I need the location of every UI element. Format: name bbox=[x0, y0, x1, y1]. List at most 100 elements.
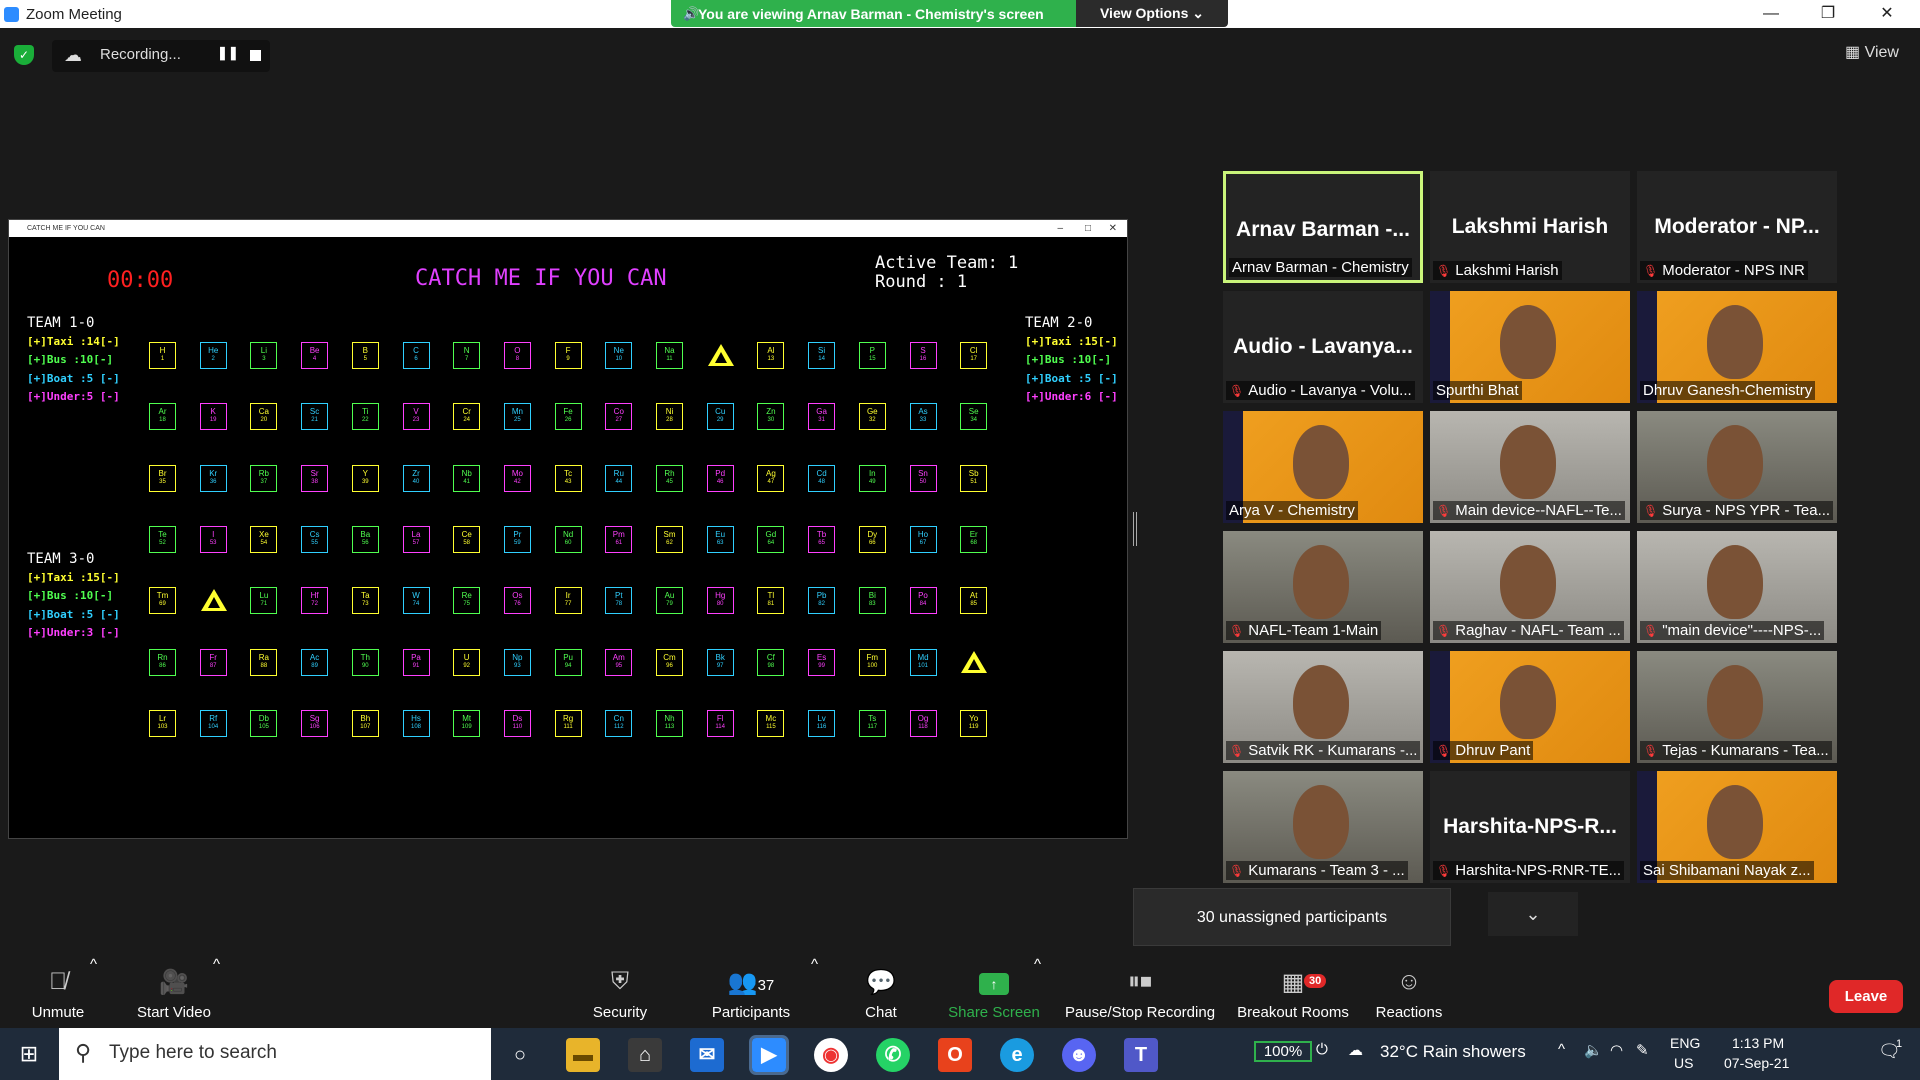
element-tile[interactable]: Rh 45 bbox=[656, 464, 683, 492]
element-tile[interactable]: I 53 bbox=[199, 525, 227, 553]
edge-icon[interactable]: e bbox=[1000, 1038, 1034, 1072]
element-tile[interactable]: Hs 108 bbox=[402, 709, 430, 737]
element-tile[interactable]: Np 93 bbox=[503, 648, 531, 676]
participant-tile[interactable]: Sai Shibamani Nayak z... bbox=[1637, 771, 1837, 883]
wifi-icon[interactable]: ◠ bbox=[1610, 1041, 1623, 1059]
element-tile[interactable]: Xe 54 bbox=[250, 525, 278, 553]
element-tile[interactable]: Fl 114 bbox=[706, 709, 734, 737]
element-tile[interactable]: Tb 65 bbox=[808, 525, 836, 553]
participant-tile[interactable]: 🎙 Main device--NAFL--Te... bbox=[1430, 411, 1630, 523]
pause-stop-recording-button[interactable]: ⏸⏹ Pause/Stop Recording bbox=[1064, 956, 1216, 1028]
team-transport-counter[interactable]: [+]Taxi :15[-] bbox=[1025, 333, 1118, 352]
element-tile[interactable]: Se 34 bbox=[960, 403, 988, 431]
element-tile[interactable]: Og 118 bbox=[909, 709, 937, 737]
element-tile[interactable]: K 19 bbox=[199, 403, 227, 431]
element-tile[interactable]: Po 84 bbox=[909, 587, 937, 615]
stop-recording-icon[interactable] bbox=[250, 50, 261, 61]
element-tile[interactable]: Pm 61 bbox=[605, 525, 633, 553]
element-tile[interactable]: Pt 78 bbox=[605, 587, 633, 615]
zoom-taskbar-icon[interactable]: ▶ bbox=[749, 1035, 789, 1075]
reactions-button[interactable]: ☺ Reactions bbox=[1370, 956, 1448, 1028]
team-token-icon[interactable] bbox=[960, 649, 988, 677]
element-tile[interactable]: F9 bbox=[554, 342, 582, 369]
office-icon[interactable]: O bbox=[938, 1038, 972, 1072]
element-tile[interactable]: Lr 103 bbox=[149, 709, 176, 737]
view-options-button[interactable]: View Options ⌄ bbox=[1076, 0, 1228, 27]
element-tile[interactable]: Pd 46 bbox=[706, 464, 734, 492]
element-tile[interactable]: P 15 bbox=[858, 342, 886, 369]
element-tile[interactable]: Ti 22 bbox=[351, 403, 379, 431]
element-tile[interactable]: Os 76 bbox=[503, 587, 531, 615]
element-tile[interactable]: Ne 10 bbox=[605, 342, 633, 369]
element-tile[interactable]: Mc 115 bbox=[757, 709, 785, 737]
team-transport-counter[interactable]: [+]Taxi :14[-] bbox=[27, 333, 120, 352]
participant-tile[interactable]: 🎙 NAFL-Team 1-Main bbox=[1223, 531, 1423, 643]
start-video-button[interactable]: 🎥 Start Video bbox=[124, 956, 224, 1028]
element-tile[interactable]: Kr 36 bbox=[199, 464, 227, 492]
element-tile[interactable]: Cd 48 bbox=[808, 464, 836, 492]
element-tile[interactable]: Rg 111 bbox=[554, 709, 582, 737]
element-tile[interactable]: Ge 32 bbox=[858, 403, 886, 431]
gallery-view-button[interactable]: ▦ View bbox=[1845, 42, 1899, 62]
participant-tile[interactable]: 🎙 Tejas - Kumarans - Tea... bbox=[1637, 651, 1837, 763]
element-tile[interactable]: Tc 43 bbox=[554, 464, 582, 492]
element-tile[interactable]: Sb 51 bbox=[960, 464, 988, 492]
element-tile[interactable]: Ts 117 bbox=[858, 709, 886, 737]
element-tile[interactable]: Bh 107 bbox=[351, 709, 379, 737]
element-tile[interactable]: Pa 91 bbox=[402, 648, 430, 676]
element-tile[interactable]: Tm 69 bbox=[149, 587, 176, 615]
element-tile[interactable]: Si 14 bbox=[808, 342, 836, 369]
close-button[interactable]: ✕ bbox=[1872, 2, 1902, 26]
audio-options-caret-icon[interactable]: ^ bbox=[90, 956, 97, 973]
participant-tile[interactable]: 🎙 Satvik RK - Kumarans -... bbox=[1223, 651, 1423, 763]
team-transport-counter[interactable]: [+]Boat :5 [-] bbox=[27, 606, 120, 625]
windows-start-icon[interactable]: ⊞ bbox=[0, 1028, 58, 1080]
element-tile[interactable]: V 23 bbox=[402, 403, 430, 431]
volume-icon[interactable]: 🔈 bbox=[1584, 1041, 1603, 1059]
security-button[interactable]: ⛨ Security bbox=[580, 956, 660, 1028]
element-tile[interactable]: Eu 63 bbox=[706, 525, 734, 553]
element-tile[interactable]: Pr 59 bbox=[503, 525, 531, 553]
element-tile[interactable]: Cu 29 bbox=[706, 403, 734, 431]
team-transport-counter[interactable]: [+]Boat :5 [-] bbox=[27, 370, 120, 389]
element-tile[interactable]: Cl 17 bbox=[960, 342, 988, 369]
encryption-shield-icon[interactable]: ✓ bbox=[14, 45, 34, 65]
teams-icon[interactable]: T bbox=[1124, 1038, 1158, 1072]
element-tile[interactable]: Re 75 bbox=[453, 587, 481, 615]
element-tile[interactable]: Lu 71 bbox=[250, 587, 278, 615]
element-tile[interactable]: Ru 44 bbox=[605, 464, 633, 492]
element-tile[interactable]: Lv 116 bbox=[808, 709, 836, 737]
battery-percent[interactable]: 100% bbox=[1254, 1041, 1312, 1062]
element-tile[interactable]: Nb 41 bbox=[453, 464, 481, 492]
element-tile[interactable]: Md 101 bbox=[909, 648, 937, 676]
element-tile[interactable]: Ce 58 bbox=[453, 525, 481, 553]
element-tile[interactable]: Yo 119 bbox=[960, 709, 988, 737]
element-tile[interactable]: As 33 bbox=[909, 403, 937, 431]
element-tile[interactable]: La 57 bbox=[402, 525, 430, 553]
element-tile[interactable]: Rn 86 bbox=[149, 648, 176, 676]
clock-time[interactable]: 1:13 PM bbox=[1732, 1035, 1784, 1051]
restore-button[interactable]: ❐ bbox=[1813, 2, 1843, 26]
team-transport-counter[interactable]: [+]Boat :5 [-] bbox=[1025, 370, 1118, 389]
element-tile[interactable]: At 85 bbox=[960, 587, 988, 615]
element-tile[interactable]: Sc 21 bbox=[301, 403, 329, 431]
element-tile[interactable]: Ac 89 bbox=[301, 648, 329, 676]
element-tile[interactable]: Pb 82 bbox=[808, 587, 836, 615]
participant-tile[interactable]: Audio - Lavanya... 🎙 Audio - Lavanya - Vol… bbox=[1223, 291, 1423, 403]
element-tile[interactable]: Ho 67 bbox=[909, 525, 937, 553]
element-tile[interactable]: S 16 bbox=[909, 342, 937, 369]
element-tile[interactable]: Rf 104 bbox=[199, 709, 227, 737]
element-tile[interactable]: Hg 80 bbox=[706, 587, 734, 615]
participants-button[interactable]: 👥37 Participants bbox=[706, 956, 796, 1028]
element-tile[interactable]: Co 27 bbox=[605, 403, 633, 431]
weather-text[interactable]: 32°C Rain showers bbox=[1380, 1042, 1526, 1062]
element-tile[interactable]: Y 39 bbox=[351, 464, 379, 492]
element-tile[interactable]: Bi 83 bbox=[858, 587, 886, 615]
participant-tile[interactable]: Arya V - Chemistry bbox=[1223, 411, 1423, 523]
element-tile[interactable]: Nd 60 bbox=[554, 525, 582, 553]
element-tile[interactable]: C6 bbox=[402, 342, 430, 369]
chat-button[interactable]: 💬 Chat bbox=[856, 956, 906, 1028]
pause-recording-icon[interactable]: ❚❚ bbox=[217, 45, 239, 65]
participant-tile[interactable]: 🎙 Raghav - NAFL- Team ... bbox=[1430, 531, 1630, 643]
lang-eng[interactable]: ENG bbox=[1670, 1035, 1700, 1051]
